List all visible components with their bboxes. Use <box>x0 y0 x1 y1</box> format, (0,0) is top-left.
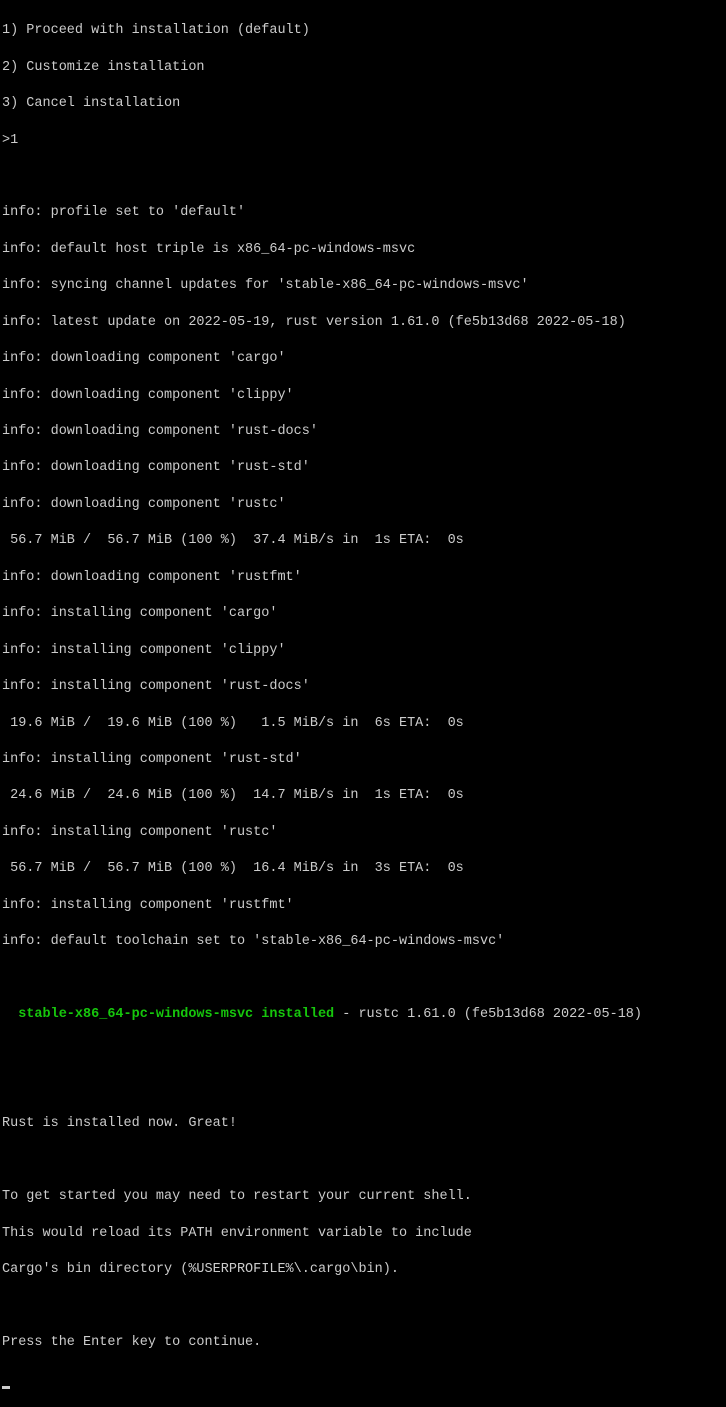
blank-line <box>2 970 724 988</box>
info-profile: info: profile set to 'default' <box>2 204 724 222</box>
blank-line <box>2 1042 724 1060</box>
info-latest: info: latest update on 2022-05-19, rust … <box>2 314 724 332</box>
info-dl-rustdocs: info: downloading component 'rust-docs' <box>2 423 724 441</box>
info-dl-cargo: info: downloading component 'cargo' <box>2 350 724 368</box>
outro-restart2: This would reload its PATH environment v… <box>2 1225 724 1243</box>
cursor-icon <box>2 1386 10 1389</box>
info-inst-rustc: info: installing component 'rustc' <box>2 824 724 842</box>
info-dl-rustfmt: info: downloading component 'rustfmt' <box>2 569 724 587</box>
menu-option-2: 2) Customize installation <box>2 59 724 77</box>
version-info: - rustc 1.61.0 (fe5b13d68 2022-05-18) <box>334 1007 642 1022</box>
indent <box>2 1007 18 1022</box>
outro-great: Rust is installed now. Great! <box>2 1115 724 1133</box>
info-host: info: default host triple is x86_64-pc-w… <box>2 241 724 259</box>
blank-line <box>2 1298 724 1316</box>
progress-rustdocs: 19.6 MiB / 19.6 MiB (100 %) 1.5 MiB/s in… <box>2 715 724 733</box>
menu-option-1: 1) Proceed with installation (default) <box>2 22 724 40</box>
input-prompt: >1 <box>2 132 724 150</box>
outro-restart1: To get started you may need to restart y… <box>2 1188 724 1206</box>
info-inst-cargo: info: installing component 'cargo' <box>2 605 724 623</box>
blank-line <box>2 168 724 186</box>
info-inst-clippy: info: installing component 'clippy' <box>2 642 724 660</box>
info-inst-rustfmt: info: installing component 'rustfmt' <box>2 897 724 915</box>
press-enter-prompt: Press the Enter key to continue. <box>2 1334 724 1352</box>
success-line: stable-x86_64-pc-windows-msvc installed … <box>2 1006 724 1024</box>
info-dl-ruststd: info: downloading component 'rust-std' <box>2 459 724 477</box>
info-dl-clippy: info: downloading component 'clippy' <box>2 387 724 405</box>
cursor-line[interactable] <box>2 1370 724 1388</box>
installed-status: stable-x86_64-pc-windows-msvc installed <box>18 1007 334 1022</box>
terminal-output[interactable]: 1) Proceed with installation (default) 2… <box>2 4 724 1407</box>
info-inst-ruststd: info: installing component 'rust-std' <box>2 751 724 769</box>
menu-option-3: 3) Cancel installation <box>2 95 724 113</box>
blank-line <box>2 1079 724 1097</box>
info-toolchain: info: default toolchain set to 'stable-x… <box>2 933 724 951</box>
info-dl-rustc: info: downloading component 'rustc' <box>2 496 724 514</box>
progress-rustc-inst: 56.7 MiB / 56.7 MiB (100 %) 16.4 MiB/s i… <box>2 860 724 878</box>
info-sync: info: syncing channel updates for 'stabl… <box>2 277 724 295</box>
progress-ruststd: 24.6 MiB / 24.6 MiB (100 %) 14.7 MiB/s i… <box>2 787 724 805</box>
blank-line <box>2 1152 724 1170</box>
progress-rustc-dl: 56.7 MiB / 56.7 MiB (100 %) 37.4 MiB/s i… <box>2 532 724 550</box>
info-inst-rustdocs: info: installing component 'rust-docs' <box>2 678 724 696</box>
outro-restart3: Cargo's bin directory (%USERPROFILE%\.ca… <box>2 1261 724 1279</box>
